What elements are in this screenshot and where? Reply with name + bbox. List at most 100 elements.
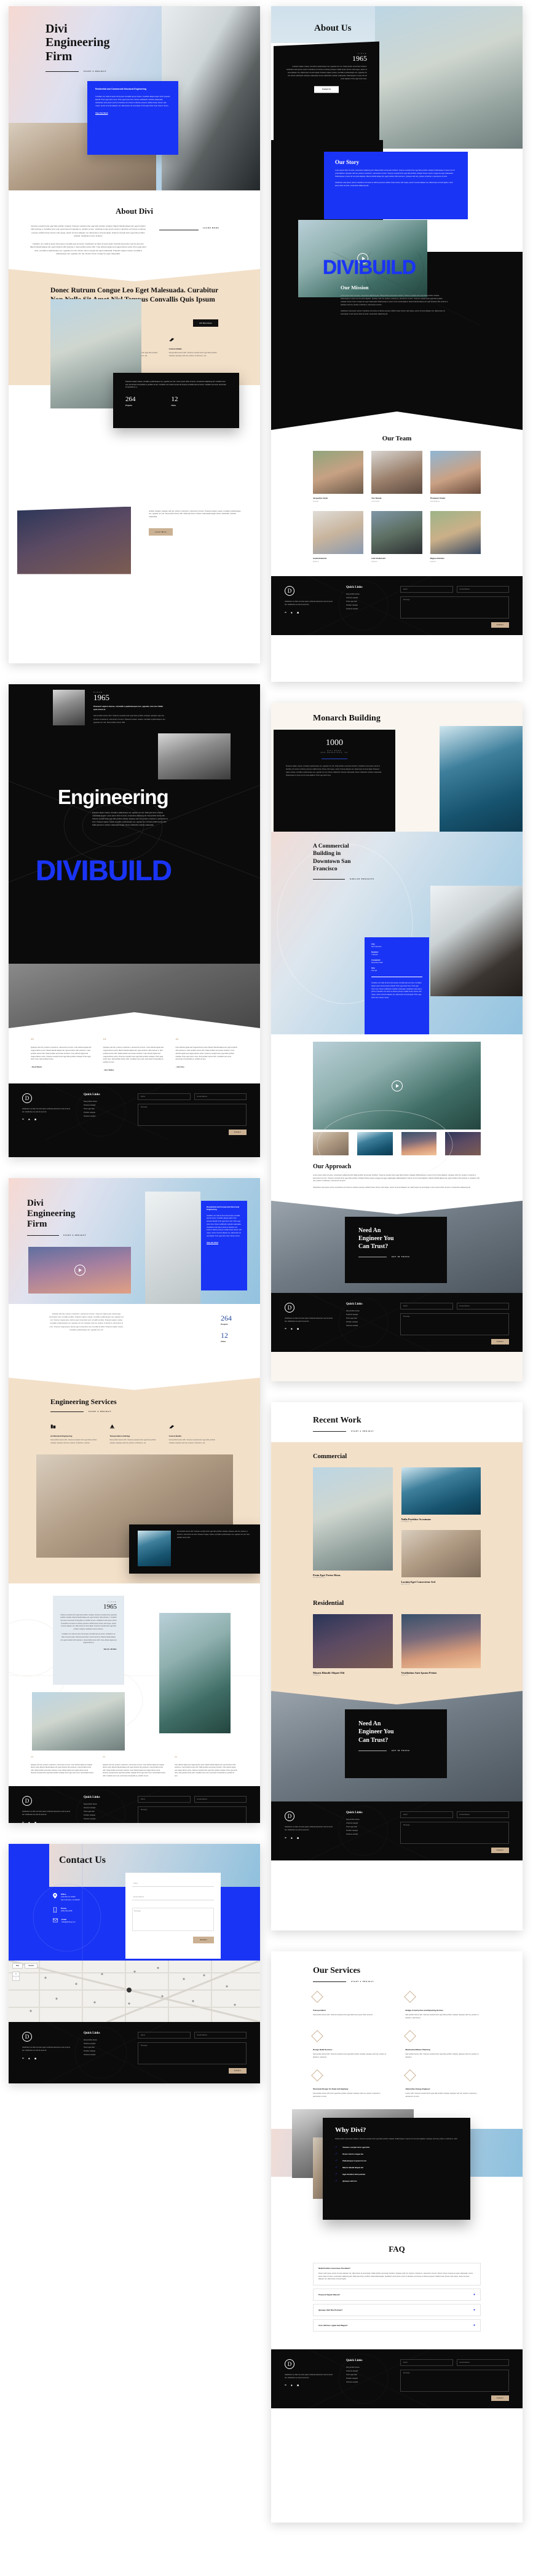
footer-submit-button[interactable]: Submit (491, 2395, 509, 2401)
hero-title-line-3: Firm (27, 1219, 47, 1229)
phone-icon (53, 1907, 57, 1913)
instagram-icon[interactable]: ■ (34, 1821, 36, 1823)
footer-name-input[interactable]: Name (400, 586, 453, 593)
footer-link[interactable]: Vivamus suscipit (84, 1817, 127, 1821)
facebook-icon[interactable]: = (285, 1328, 286, 1331)
hero-video-thumb[interactable] (28, 1247, 131, 1294)
twitter-icon[interactable]: ● (28, 1118, 30, 1122)
footer-email-input[interactable]: Email Address (456, 1811, 509, 1818)
twitter-icon[interactable]: ● (291, 1328, 293, 1331)
service-card: Architectural Engineering Sed porttitor … (50, 1421, 100, 1445)
footer-link[interactable]: Vivamus suscipit (84, 1115, 127, 1118)
twitter-icon[interactable]: ● (28, 1821, 30, 1823)
facebook-icon[interactable]: = (285, 2384, 286, 2387)
similar-projects-link[interactable]: SIMILAR PROJECTS (350, 878, 374, 880)
footer-message-input[interactable]: Message (138, 2042, 247, 2064)
facebook-icon[interactable]: = (285, 611, 286, 615)
footer-email-input[interactable]: Email Address (194, 2032, 247, 2039)
footer-link[interactable]: Vivamus suscipit (346, 1833, 389, 1836)
map-tab-satellite[interactable]: Satellite (25, 1963, 38, 1969)
work-item[interactable]: Nulla Porttitor Accumsan Los Angeles, CA (401, 1467, 481, 1523)
faq-item[interactable]: Praesent Sapien Massa? ● (313, 2288, 481, 2301)
footer-email-input[interactable]: Email Address (456, 586, 509, 593)
hero-cta-link[interactable]: START A PROJECT (84, 71, 106, 72)
learn-more-button[interactable]: Learn More (149, 528, 173, 536)
facebook-icon[interactable]: = (285, 1836, 286, 1840)
footer-submit-button[interactable]: Submit (228, 1129, 247, 1135)
footer-name-input[interactable]: Name (138, 1093, 191, 1100)
footer-message-input[interactable]: Message (400, 1822, 509, 1844)
hero-card-link[interactable]: View Our Work (95, 112, 170, 114)
instagram-icon[interactable]: ■ (297, 1836, 299, 1840)
twitter-icon[interactable]: ● (291, 2384, 293, 2387)
footer-message-input[interactable]: Message (400, 2369, 509, 2392)
plus-icon[interactable]: ● (473, 2308, 475, 2312)
instagram-icon[interactable]: ■ (297, 611, 299, 615)
footer-message-input[interactable]: Message (138, 1103, 247, 1126)
plus-icon[interactable]: ● (473, 2293, 475, 2297)
facebook-icon[interactable]: = (22, 1821, 24, 1823)
contact-submit-button[interactable]: Submit (193, 1937, 214, 1943)
play-icon[interactable] (74, 1265, 85, 1276)
work-item[interactable]: Proin Eget Tortor Risus San Francisco, C… (313, 1467, 393, 1585)
contact-email-input[interactable]: Email Address (132, 1894, 214, 1900)
footer-link[interactable]: Vivamus suscipit (84, 2053, 127, 2057)
footer-submit-button[interactable]: Submit (228, 2068, 247, 2074)
contact-map[interactable]: Map Satellite + − (9, 1961, 260, 2022)
play-icon[interactable] (391, 1080, 403, 1091)
twitter-icon[interactable]: ● (291, 1836, 293, 1840)
cta-link[interactable]: GET IN TOUCH (392, 1750, 409, 1752)
footer-link[interactable]: Vivamus suscipit (346, 607, 389, 611)
footer-submit-button[interactable]: Submit (491, 1848, 509, 1853)
hero-card-link[interactable]: View Our Work (207, 1242, 242, 1244)
since-read-more-link[interactable]: READ MORE (60, 1649, 117, 1650)
twitter-icon[interactable]: ● (291, 611, 293, 615)
footer-name-input[interactable]: Name (400, 2359, 453, 2366)
map-zoom-in-button[interactable]: + (12, 1972, 20, 1977)
twitter-icon[interactable]: ● (28, 2057, 30, 2061)
faq-item[interactable]: Quisque Velit Nisi Pretium? ● (313, 2303, 481, 2316)
recent-work-cta[interactable]: START A PROJECT (351, 1430, 374, 1432)
faq-item[interactable]: Nulla Porttitor Accumsan Tincidunt? Done… (313, 2263, 481, 2285)
contact-name-input[interactable]: Name (132, 1881, 214, 1887)
footer-link[interactable]: Vivamus suscipit (346, 1324, 389, 1328)
instagram-icon[interactable]: ■ (34, 2057, 36, 2061)
hero-cta-link[interactable]: START A PROJECT (63, 1235, 86, 1236)
instagram-icon[interactable]: ■ (34, 1118, 36, 1122)
service-card: Custom Builds Sed porttitor lectus nibh.… (169, 334, 218, 357)
work-item[interactable]: Vestibulum Ante Ipsum Primis Austin, TX (401, 1614, 481, 1676)
footer-message-input[interactable]: Message (138, 1806, 247, 1823)
footer-message-input[interactable]: Message (400, 596, 509, 619)
site-footer: D Vestibulum ac diam sit amet quam vehic… (271, 1801, 523, 1860)
plus-icon[interactable]: ● (473, 2324, 475, 2327)
team-member-name: Jacqueline Likoki (313, 497, 328, 499)
all-services-button[interactable]: All Services (193, 319, 218, 327)
footer-email-input[interactable]: Email Address (456, 2359, 509, 2366)
facebook-icon[interactable]: = (22, 2057, 24, 2061)
cta-link[interactable]: GET IN TOUCH (392, 1256, 409, 1258)
work-item[interactable]: Mauris Blandit Aliquet Elit Chicago, IL (313, 1614, 393, 1676)
footer-name-input[interactable]: Name (400, 1302, 453, 1309)
footer-name-input[interactable]: Name (138, 2032, 191, 2039)
footer-email-input[interactable]: Email Address (194, 1093, 247, 1100)
footer-name-input[interactable]: Name (400, 1811, 453, 1818)
instagram-icon[interactable]: ■ (297, 1328, 299, 1331)
instagram-icon[interactable]: ■ (297, 2384, 299, 2387)
work-item[interactable]: Lacinia Eget Consectetur Sed New York, N… (401, 1530, 481, 1585)
map-zoom-out-button[interactable]: − (12, 1977, 20, 1981)
footer-name-input[interactable]: Name (138, 1796, 191, 1803)
services-cta[interactable]: START A PROJECT (351, 1981, 374, 1983)
footer-link[interactable]: Vivamus suscipit (346, 2381, 389, 2384)
footer-submit-button[interactable]: Submit (491, 1338, 509, 1345)
footer-submit-button[interactable]: Submit (491, 622, 509, 628)
footer-email-input[interactable]: Email Address (194, 1796, 247, 1803)
footer-email-input[interactable]: Email Address (456, 1302, 509, 1309)
facebook-icon[interactable]: = (22, 1118, 24, 1122)
about-divi-learn-more-link[interactable]: LEARN MORE (203, 227, 219, 229)
footer-message-input[interactable]: Message (400, 1313, 509, 1335)
engineering-services-cta[interactable]: START A PROJECT (89, 1411, 111, 1413)
faq-item[interactable]: Cras Ultricies Ligula Sed Magna? ● (313, 2319, 481, 2332)
map-tab-map[interactable]: Map (12, 1963, 23, 1969)
contact-message-input[interactable]: Message (132, 1908, 214, 1931)
about-contact-button[interactable]: Contact Us (314, 86, 339, 93)
